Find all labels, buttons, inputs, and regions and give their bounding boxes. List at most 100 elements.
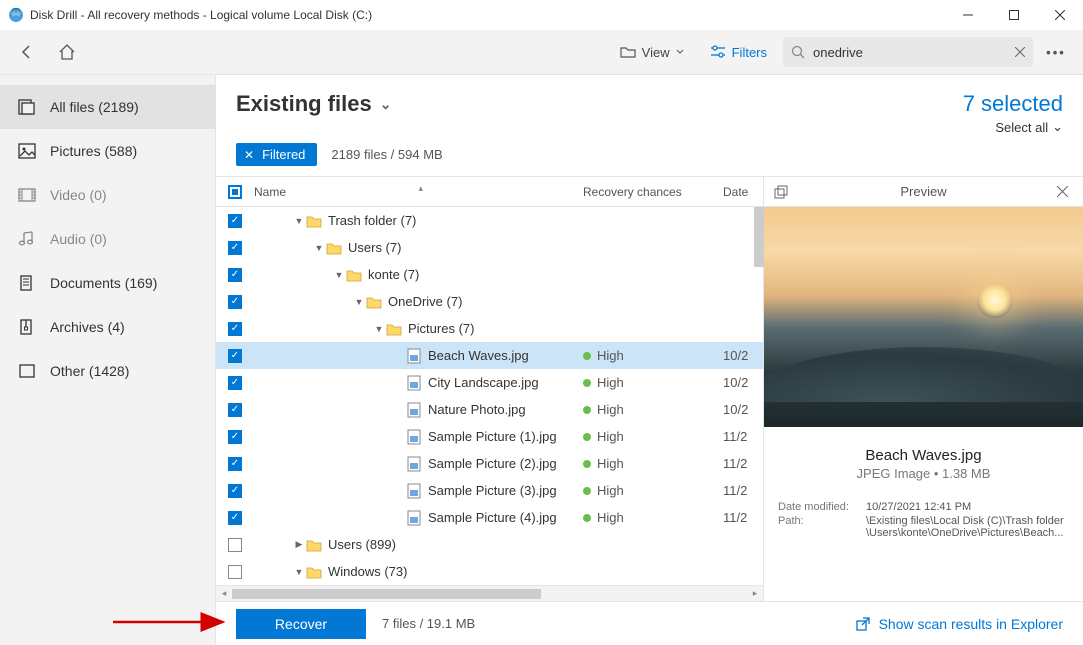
- sidebar-item-pictures[interactable]: Pictures (588): [0, 129, 215, 173]
- path-label: Path:: [778, 515, 866, 539]
- content: Existing files ⌄ 7 selected Select all ⌄…: [216, 75, 1083, 645]
- filters-label: Filters: [732, 45, 767, 60]
- folder-row[interactable]: ✓▼konte (7): [216, 261, 763, 288]
- bottom-bar: Recover 7 files / 19.1 MB Show scan resu…: [216, 601, 1083, 645]
- back-button[interactable]: [10, 35, 44, 69]
- window-title: Disk Drill - All recovery methods - Logi…: [30, 8, 945, 22]
- row-checkbox[interactable]: ✓: [228, 295, 242, 309]
- row-checkbox[interactable]: ✓: [228, 430, 242, 444]
- file-row[interactable]: ✓Sample Picture (4).jpgHigh11/2: [216, 504, 763, 531]
- expand-toggle[interactable]: ▼: [332, 270, 346, 280]
- sidebar-item-label: Audio (0): [50, 231, 107, 247]
- folder-row[interactable]: ✓▼Users (7): [216, 234, 763, 261]
- sidebar-item-archives[interactable]: Archives (4): [0, 305, 215, 349]
- file-row[interactable]: ✓Sample Picture (3).jpgHigh11/2: [216, 477, 763, 504]
- row-name: City Landscape.jpg: [428, 375, 539, 390]
- row-checkbox[interactable]: ✓: [228, 403, 242, 417]
- clear-search-button[interactable]: [1015, 47, 1025, 57]
- expand-toggle[interactable]: ▶: [292, 539, 306, 550]
- expand-toggle[interactable]: ▼: [292, 216, 306, 226]
- row-checkbox[interactable]: ✓: [228, 484, 242, 498]
- expand-toggle[interactable]: ▼: [292, 567, 306, 577]
- sidebar: All files (2189) Pictures (588) Video (0) A…: [0, 75, 216, 645]
- search-box[interactable]: [783, 37, 1033, 67]
- sidebar-item-label: Documents (169): [50, 275, 157, 291]
- sidebar-item-label: Pictures (588): [50, 143, 137, 159]
- home-button[interactable]: [50, 35, 84, 69]
- sidebar-item-label: Other (1428): [50, 363, 129, 379]
- sidebar-item-label: All files (2189): [50, 99, 139, 115]
- minimize-button[interactable]: [945, 0, 991, 30]
- column-date[interactable]: Date: [723, 185, 763, 199]
- popout-icon[interactable]: [774, 185, 790, 199]
- row-name: Pictures (7): [408, 321, 474, 336]
- external-link-icon: [855, 616, 871, 632]
- search-input[interactable]: [813, 45, 1007, 60]
- documents-icon: [18, 275, 36, 291]
- row-name: Beach Waves.jpg: [428, 348, 529, 363]
- filter-chip[interactable]: ✕ Filtered: [236, 143, 317, 166]
- row-name: Sample Picture (4).jpg: [428, 510, 557, 525]
- column-name[interactable]: Name▴: [254, 185, 583, 199]
- sidebar-item-documents[interactable]: Documents (169): [0, 261, 215, 305]
- select-all-checkbox[interactable]: [228, 185, 242, 199]
- sidebar-item-audio[interactable]: Audio (0): [0, 217, 215, 261]
- row-checkbox[interactable]: [228, 538, 242, 552]
- file-row[interactable]: ✓Sample Picture (1).jpgHigh11/2: [216, 423, 763, 450]
- sidebar-item-video[interactable]: Video (0): [0, 173, 215, 217]
- page-title[interactable]: Existing files ⌄: [236, 91, 947, 117]
- row-name: Windows (73): [328, 564, 407, 579]
- folder-row[interactable]: ▶Users (899): [216, 531, 763, 558]
- sidebar-item-files[interactable]: All files (2189): [0, 85, 215, 129]
- file-row[interactable]: ✓Nature Photo.jpgHigh10/2: [216, 396, 763, 423]
- column-recovery[interactable]: Recovery chances: [583, 185, 723, 199]
- view-dropdown[interactable]: View: [610, 39, 694, 66]
- date-modified-value: 10/27/2021 12:41 PM: [866, 501, 1069, 513]
- show-in-explorer-link[interactable]: Show scan results in Explorer: [855, 616, 1063, 632]
- select-all-button[interactable]: Select all ⌄: [963, 119, 1063, 135]
- scroll-right-arrow[interactable]: ▸: [747, 588, 763, 599]
- sidebar-item-label: Video (0): [50, 187, 107, 203]
- row-checkbox[interactable]: ✓: [228, 214, 242, 228]
- view-label: View: [642, 45, 670, 60]
- folder-row[interactable]: ✓ ▼ Pictures (7): [216, 315, 763, 342]
- recover-stats: 7 files / 19.1 MB: [382, 616, 839, 631]
- status-dot: [583, 352, 591, 360]
- row-name: Sample Picture (2).jpg: [428, 456, 557, 471]
- scroll-left-arrow[interactable]: ◂: [216, 588, 232, 599]
- status-dot: [583, 379, 591, 387]
- folder-row[interactable]: ✓ ▼ Trash folder (7): [216, 207, 763, 234]
- maximize-button[interactable]: [991, 0, 1037, 30]
- recover-button[interactable]: Recover: [236, 609, 366, 639]
- folder-row[interactable]: ▼ Windows (73): [216, 558, 763, 585]
- filters-button[interactable]: Filters: [700, 39, 777, 66]
- file-row[interactable]: ✓City Landscape.jpgHigh10/2: [216, 369, 763, 396]
- row-checkbox[interactable]: ✓: [228, 268, 242, 282]
- row-checkbox[interactable]: ✓: [228, 511, 242, 525]
- expand-toggle[interactable]: ▼: [372, 324, 386, 334]
- row-checkbox[interactable]: ✓: [228, 349, 242, 363]
- file-row[interactable]: ✓Sample Picture (2).jpgHigh11/2: [216, 450, 763, 477]
- date-modified-label: Date modified:: [778, 501, 866, 513]
- horizontal-scrollbar[interactable]: ◂ ▸: [216, 585, 763, 601]
- scroll-thumb[interactable]: [232, 589, 541, 599]
- close-preview-button[interactable]: [1057, 186, 1073, 197]
- sidebar-item-other[interactable]: Other (1428): [0, 349, 215, 393]
- row-checkbox[interactable]: ✓: [228, 322, 242, 336]
- more-button[interactable]: •••: [1039, 35, 1073, 69]
- expand-toggle[interactable]: ▼: [352, 297, 366, 307]
- row-checkbox[interactable]: ✓: [228, 376, 242, 390]
- expand-toggle[interactable]: ▼: [312, 243, 326, 253]
- audio-icon: [18, 231, 36, 247]
- row-checkbox[interactable]: ✓: [228, 241, 242, 255]
- title-bar: Disk Drill - All recovery methods - Logi…: [0, 0, 1083, 30]
- row-checkbox[interactable]: [228, 565, 242, 579]
- row-checkbox[interactable]: ✓: [228, 457, 242, 471]
- vertical-scrollbar[interactable]: [754, 207, 764, 267]
- sort-arrow-icon: ▴: [419, 183, 424, 194]
- chevron-down-icon: [676, 48, 684, 56]
- close-button[interactable]: [1037, 0, 1083, 30]
- file-row[interactable]: ✓Beach Waves.jpgHigh10/2: [216, 342, 763, 369]
- row-name: Trash folder (7): [328, 213, 416, 228]
- folder-row[interactable]: ✓▼OneDrive (7): [216, 288, 763, 315]
